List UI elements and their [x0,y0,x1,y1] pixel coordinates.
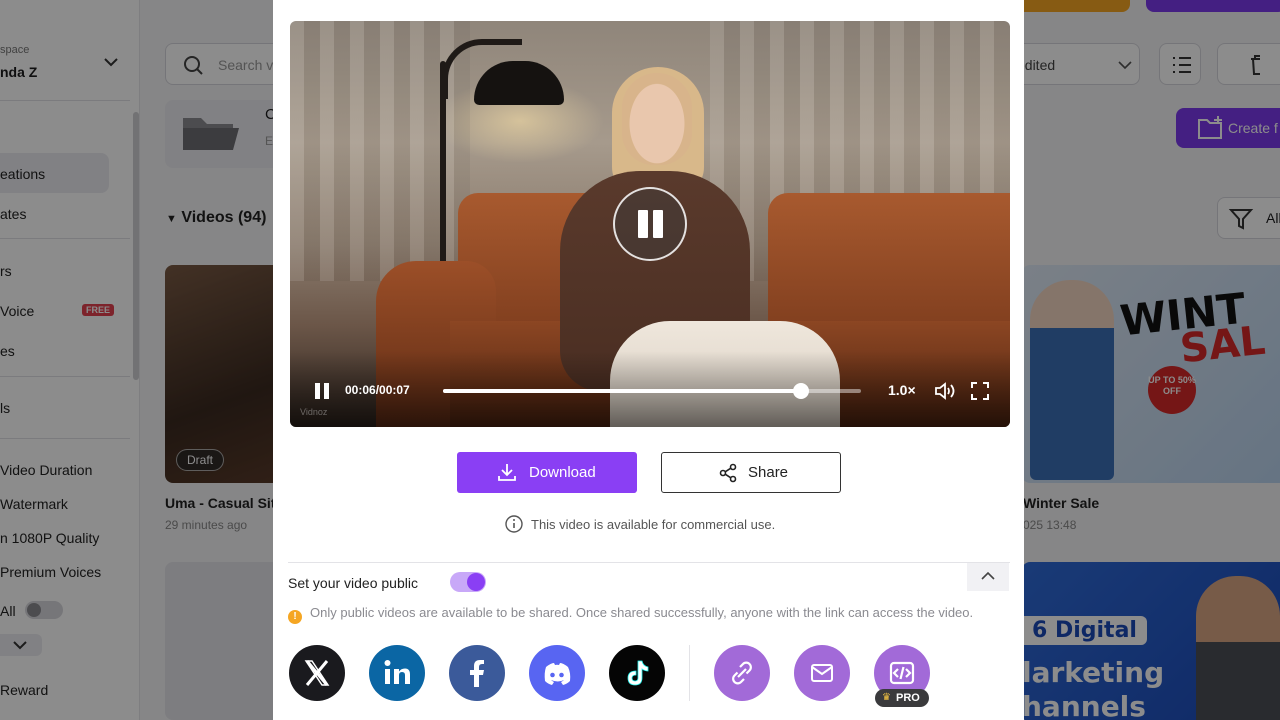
center-pause-button[interactable] [613,187,687,261]
divider [288,562,1010,563]
playback-time: 00:06/00:07 [345,383,410,397]
pause-icon [638,210,648,238]
tiktok-icon [627,660,649,686]
share-linkedin-button[interactable] [369,645,425,701]
public-toggle-label: Set your video public [288,575,418,591]
pro-badge: ♛ PRO [875,689,929,707]
share-note-text: Only public videos are available to be s… [310,605,974,620]
share-button[interactable]: Share [661,452,841,493]
share-modal: 00:06/00:07 1.0× Vidnoz Download Share T… [273,0,1024,720]
volume-icon[interactable] [934,381,956,401]
share-x-button[interactable] [289,645,345,701]
share-note: ! Only public videos are available to be … [288,605,973,624]
crown-icon: ♛ [882,692,891,703]
copy-link-button[interactable] [714,645,770,701]
link-icon [732,661,752,685]
divider [689,645,690,701]
x-icon [304,660,330,686]
share-discord-button[interactable] [529,645,585,701]
fullscreen-icon[interactable] [970,381,990,401]
warning-icon: ! [288,610,302,624]
info-icon [505,515,523,533]
pause-button[interactable] [313,382,331,400]
watermark: Vidnoz [300,407,328,417]
share-label: Share [748,464,789,481]
commercial-use-note: This video is available for commercial u… [505,515,775,533]
pause-icon [324,383,329,399]
share-tiktok-button[interactable] [609,645,665,701]
pause-icon [653,210,663,238]
public-toggle[interactable] [450,572,486,592]
presenter-image [622,73,692,165]
share-email-button[interactable] [794,645,850,701]
chevron-up-icon [981,571,995,580]
download-icon [498,464,516,481]
video-player[interactable]: 00:06/00:07 1.0× Vidnoz [290,21,1010,427]
share-icon [719,463,737,483]
discord-icon [544,663,571,685]
linkedin-icon [384,660,410,684]
speed-button[interactable]: 1.0× [888,382,916,398]
commercial-use-text: This video is available for commercial u… [531,517,776,532]
download-label: Download [529,464,596,481]
pro-label: PRO [896,692,920,704]
share-facebook-button[interactable] [449,645,505,701]
collapse-button[interactable] [967,563,1009,591]
download-button[interactable]: Download [457,452,637,493]
progress-fill [443,389,802,393]
mail-icon [811,664,833,682]
progress-bar[interactable] [443,383,861,399]
facebook-icon [470,660,484,687]
pause-icon [315,383,320,399]
